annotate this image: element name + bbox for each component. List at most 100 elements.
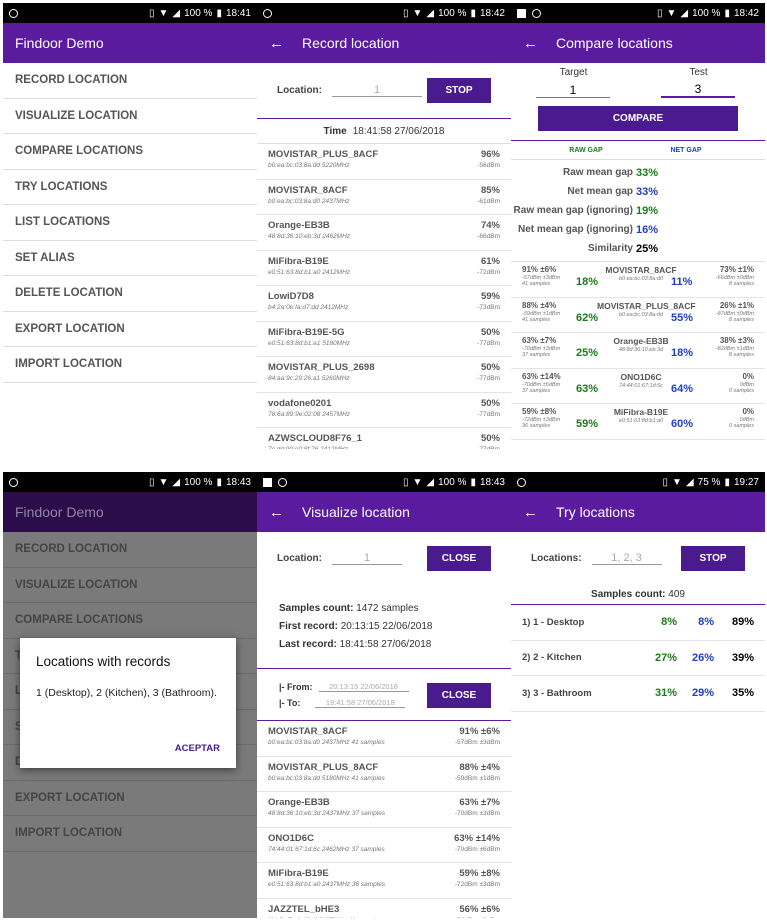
back-arrow-icon[interactable]: ← <box>269 504 284 521</box>
back-arrow-icon[interactable]: ← <box>523 504 538 521</box>
menu-item[interactable]: COMPARE LOCATIONS <box>3 603 257 639</box>
stop-button[interactable]: STOP <box>681 545 745 571</box>
network-signal: 50%-77dBm <box>477 398 500 423</box>
vibrate-icon: ▯ <box>148 476 155 488</box>
network-name: vodafone0201 <box>268 397 332 409</box>
stop-button[interactable]: STOP <box>427 78 491 103</box>
target-test-inputs: 1 3 <box>511 78 765 98</box>
network-dbm: -70dBm ±6dBm <box>454 845 500 853</box>
result-row: 3) 3 - Bathroom 31% 29% 35% <box>511 676 765 712</box>
close-range-button[interactable]: CLOSE <box>427 683 491 708</box>
network-details: b0:ea:bc:03:8a:d0 2437MHz 41 samples <box>268 739 385 746</box>
network-percent: 50% <box>480 433 500 444</box>
compare-row: 63% ±7% -70dBm ±3dBm 37 samples 25% Orange-E… <box>511 333 765 369</box>
close-button[interactable]: CLOSE <box>427 545 491 571</box>
right-percent: 26% ±1% <box>719 300 754 310</box>
menu-item[interactable]: VISUALIZE LOCATION <box>3 99 257 134</box>
accept-button[interactable]: ACEPTAR <box>175 743 220 754</box>
screen-record-location: ▯ ▼ ◢ 100 % ▮ 18:42 ← Record location Location… <box>257 3 511 449</box>
location-input[interactable]: 1 <box>332 552 402 565</box>
signal-icon: ◢ <box>426 476 435 488</box>
app-bar: ← Visualize location <box>257 492 511 532</box>
network-name: MiFibra-B19E <box>268 868 329 879</box>
network-dbm: -73dBm <box>477 304 500 311</box>
battery-text: 100 % <box>692 7 721 19</box>
to-input[interactable]: 18:41:58 27/06/2018 <box>315 698 406 708</box>
locations-row: Locations: 1, 2, 3 STOP <box>511 532 765 584</box>
network-dbm: -56dBm <box>477 162 500 169</box>
left-samples: 41 samples <box>522 316 551 323</box>
network-dbm: -57dBm ±3dBm <box>454 739 500 746</box>
network-row: Orange-EB3B 48:8d:36:10:eb:3d 2462MHz 74% -… <box>257 215 511 251</box>
network-info: MOVISTAR_PLUS_8ACF b0:ea:bc:03:8a:dd 5220… <box>268 149 477 174</box>
signal-icon: ◢ <box>680 7 689 19</box>
stat-label: Net mean gap (ignoring) <box>518 224 633 235</box>
menu-item[interactable]: RECORD LOCATION <box>3 532 257 568</box>
battery-text: 75 % <box>697 476 721 488</box>
notification-icon <box>9 8 18 18</box>
location-input[interactable]: 1 <box>332 84 422 97</box>
network-percent: 88% ±4% <box>459 761 500 773</box>
compare-list: 91% ±6% -57dBm ±3dBm 41 samples 18% MOVISTAR… <box>511 262 765 440</box>
range-block: |- From: 20:13:15 22/06/2018 |- To: 18:41:… <box>257 669 511 720</box>
network-row: MiFibra-B19E e0:51:63:8d:b1:a0 2437MHz 36… <box>257 863 511 899</box>
right-samples: 0 samples <box>728 387 754 394</box>
location-row: Location: 1 CLOSE <box>257 532 511 584</box>
network-details: b0:ea:bc:03:8a:d0 2437MHz <box>268 197 350 205</box>
menu-item[interactable]: IMPORT LOCATION <box>3 347 257 383</box>
app-bar: ← Record location <box>257 23 511 63</box>
menu-item[interactable]: LIST LOCATIONS <box>3 205 257 241</box>
stat-row: Net mean gap (ignoring) 16% <box>511 220 765 239</box>
locations-input[interactable]: 1, 2, 3 <box>591 552 662 565</box>
target-input[interactable]: 1 <box>536 83 610 98</box>
menu-item[interactable]: RECORD LOCATION <box>3 63 257 99</box>
network-info: Orange-EB3B 48:8d:36:10:eb:3d 2462MHz <box>268 220 477 245</box>
left-stats: 63% ±14% -70dBm ±6dBm 37 samples <box>522 372 570 394</box>
left-percent: 63% ±7% <box>522 336 557 345</box>
clock: 18:43 <box>225 476 251 488</box>
network-details: e0:51:63:8d:b1:a0 2412MHz <box>268 268 351 276</box>
target-label: Target <box>559 67 588 78</box>
image-icon <box>263 477 272 487</box>
signal-icon: ◢ <box>172 476 181 488</box>
net-gap-value: 64% <box>671 382 694 395</box>
right-stats: 73% ±1% -66dBm ±0dBm 8 samples <box>699 265 754 287</box>
net-gap-value: 55% <box>671 311 694 324</box>
network-row: MOVISTAR_PLUS_2698 84:aa:9c:29:26:a1 5260… <box>257 357 511 393</box>
menu-item[interactable]: TRY LOCATIONS <box>3 170 257 205</box>
from-input[interactable]: 20:13:15 22/06/2018 <box>318 682 409 692</box>
network-dbm: -74dBm ±2dBm <box>455 917 500 919</box>
time-value: 18:41:58 27/06/2018 <box>352 125 445 137</box>
network-percent: 63% ±7% <box>459 797 500 808</box>
menu-item[interactable]: COMPARE LOCATIONS <box>3 134 257 170</box>
back-arrow-icon[interactable]: ← <box>269 35 284 52</box>
first-record-label: First record: <box>279 621 338 632</box>
test-input[interactable]: 3 <box>661 82 735 98</box>
stat-label: Net mean gap <box>567 186 633 197</box>
menu-item[interactable]: EXPORT LOCATION <box>3 781 257 816</box>
menu-item[interactable]: IMPORT LOCATION <box>3 816 257 852</box>
menu-item[interactable]: EXPORT LOCATION <box>3 312 257 347</box>
left-percent: 91% ±6% <box>522 265 557 274</box>
similarity-value: 89% <box>731 616 754 629</box>
menu-item[interactable]: SET ALIAS <box>3 241 257 276</box>
back-arrow-icon[interactable]: ← <box>523 35 538 52</box>
network-row: MOVISTAR_8ACF b0:ea:bc:03:8a:d0 2437MHz 85… <box>257 180 511 215</box>
location-label: Location: <box>277 85 322 96</box>
right-percent: 73% ±1% <box>719 265 754 274</box>
network-dbm: -59dBm ±1dBm <box>454 774 500 782</box>
network-percent: 91% ±6% <box>459 726 500 737</box>
compare-button[interactable]: COMPARE <box>538 106 738 131</box>
notification-icon <box>532 8 541 18</box>
locations-label: Locations: <box>531 552 582 564</box>
menu-item[interactable]: DELETE LOCATION <box>3 276 257 312</box>
notification-icon <box>517 477 526 487</box>
result-name: 1) 1 - Desktop <box>522 616 585 628</box>
menu-item[interactable]: VISUALIZE LOCATION <box>3 568 257 603</box>
network-details: 84:aa:9c:29:26:a1 5260MHz <box>268 375 350 382</box>
network-details: 74:44:01:67:1d:6c 2462MHz 37 samples <box>268 845 385 853</box>
network-dbm: -70dBm ±3dBm <box>454 810 500 817</box>
right-stats: 38% ±3% -82dBm ±1dBm 8 samples <box>699 336 754 358</box>
location-row: Location: 1 STOP <box>257 63 511 118</box>
network-row: JAZZTEL_bHE3 f4:b8:a7:e1:48:df 2437MHz 41… <box>257 899 511 919</box>
